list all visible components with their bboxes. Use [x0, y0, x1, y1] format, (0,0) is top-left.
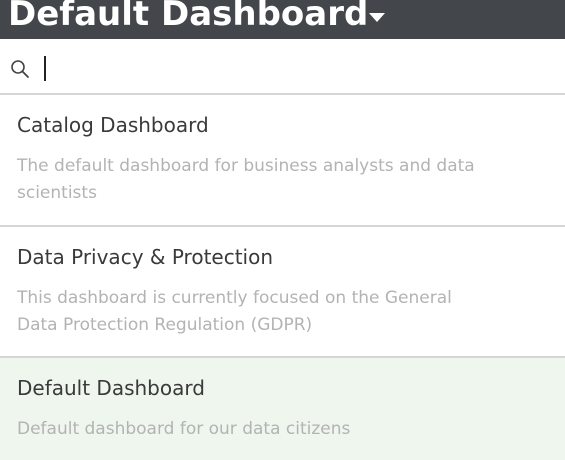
dashboard-option-description: The default dashboard for business analy… — [17, 156, 475, 203]
text-cursor — [44, 56, 46, 81]
caret-down-icon[interactable] — [369, 13, 385, 22]
dashboard-option-catalog[interactable]: Catalog Dashboard The default dashboard … — [0, 95, 565, 227]
search-icon — [11, 60, 29, 78]
dashboard-option-data-privacy[interactable]: Data Privacy & Protection This dashboard… — [0, 227, 565, 358]
dashboard-option-default[interactable]: Default Dashboard Default dashboard for … — [0, 358, 565, 460]
current-dashboard-title[interactable]: Default Dashboard — [8, 0, 368, 37]
dashboard-option-description: Default dashboard for our data citizens — [17, 419, 351, 439]
dashboard-option-title: Default Dashboard — [17, 376, 205, 400]
dashboard-option-description: This dashboard is currently focused on t… — [17, 288, 452, 335]
search-bar — [0, 39, 565, 95]
search-input[interactable] — [40, 53, 540, 81]
dashboard-option-title: Catalog Dashboard — [17, 113, 209, 137]
dashboard-option-title: Data Privacy & Protection — [17, 245, 274, 269]
dashboard-selector-header[interactable]: Default Dashboard — [0, 0, 565, 39]
